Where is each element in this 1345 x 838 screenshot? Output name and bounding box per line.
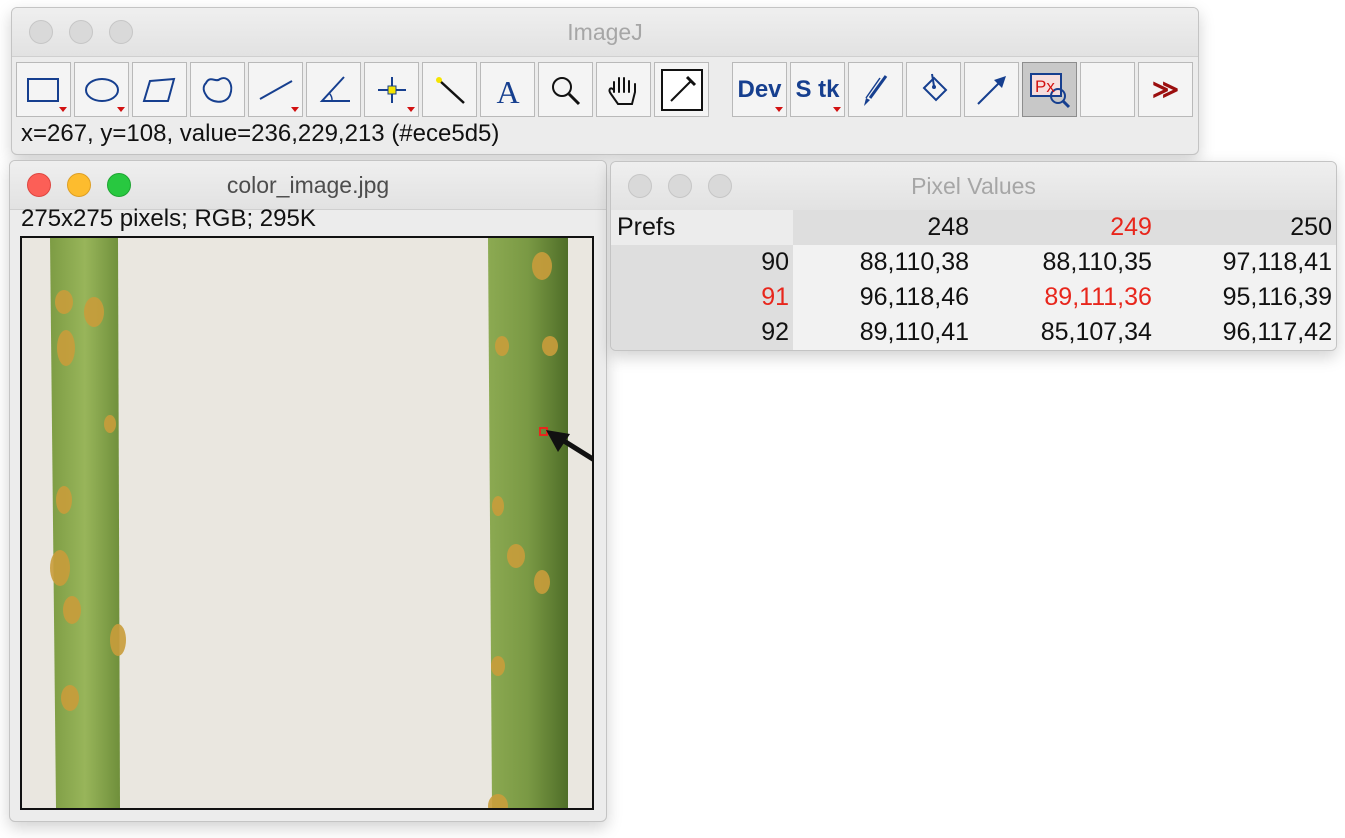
zoom-button[interactable] [107, 173, 131, 197]
polygon-tool[interactable] [132, 62, 187, 117]
pixel-value: 89,111,36 [973, 280, 1156, 315]
flood-fill-tool[interactable] [906, 62, 961, 117]
wand-tool[interactable] [422, 62, 477, 117]
row-header: 91 [611, 280, 793, 315]
zoom-button[interactable] [109, 20, 133, 44]
close-button[interactable] [628, 174, 652, 198]
dev-label: Dev [737, 75, 782, 103]
magnifier-icon [551, 76, 580, 105]
stack-label: S tk [795, 75, 840, 103]
zoom-button[interactable] [708, 174, 732, 198]
freehand-tool[interactable] [190, 62, 245, 117]
empty-tool-slot[interactable] [1080, 62, 1135, 117]
more-tools-icon: ≫ [1151, 74, 1180, 104]
pixel-values-titlebar[interactable]: Pixel Values [611, 162, 1336, 211]
paintbrush-icon [863, 74, 887, 106]
window-controls [29, 20, 133, 44]
pixel-values-window: Pixel Values Prefs 248 249 250 90 88,110… [610, 161, 1337, 351]
leaf-image [22, 238, 592, 808]
zoom-tool[interactable] [538, 62, 593, 117]
pixel-value: 85,107,34 [973, 315, 1156, 350]
table-row: 90 88,110,38 88,110,35 97,118,41 [611, 245, 1336, 280]
image-titlebar[interactable]: color_image.jpg [10, 161, 606, 210]
image-window: color_image.jpg 275x275 pixels; RGB; 295… [9, 160, 607, 822]
table-row: 92 89,110,41 85,107,34 96,117,42 [611, 315, 1336, 350]
table-row: 91 96,118,46 89,111,36 95,116,39 [611, 280, 1336, 315]
text-icon: A [496, 74, 519, 107]
close-button[interactable] [29, 20, 53, 44]
pixel-value: 88,110,35 [973, 245, 1156, 280]
status-bar: x=267, y=108, value=236,229,213 (#ece5d5… [21, 120, 500, 147]
magic-wand-icon [435, 76, 465, 104]
hand-icon [608, 76, 636, 105]
column-header: 248 [793, 210, 974, 245]
arrow-tool[interactable] [964, 62, 1019, 117]
color-picker-tool[interactable] [654, 62, 709, 117]
window-controls [27, 173, 131, 197]
pixel-value: 97,118,41 [1155, 245, 1336, 280]
row-header: 90 [611, 245, 793, 280]
pointer-arrow-icon [546, 430, 592, 462]
minimize-button[interactable] [668, 174, 692, 198]
column-header: 249 [973, 210, 1156, 245]
point-tool[interactable] [364, 62, 419, 117]
point-crosshair-icon [377, 76, 406, 103]
pixel-value: 96,117,42 [1155, 315, 1336, 350]
imagej-title: ImageJ [567, 19, 643, 45]
header-row: Prefs 248 249 250 [611, 210, 1336, 245]
pixel-value: 89,110,41 [793, 315, 974, 350]
image-info: 275x275 pixels; RGB; 295K [21, 205, 316, 232]
oval-tool[interactable] [74, 62, 129, 117]
pixel-inspector-tool[interactable]: Px [1022, 62, 1077, 117]
prefs-button[interactable]: Prefs [611, 210, 793, 245]
straight-line-icon [259, 79, 292, 100]
scroll-tool[interactable] [596, 62, 651, 117]
eyedropper-icon [660, 68, 703, 111]
freehand-selection-icon [202, 76, 232, 103]
line-tool[interactable] [248, 62, 303, 117]
window-controls [628, 174, 732, 198]
more-tools-button[interactable]: ≫ [1138, 62, 1193, 117]
paint-bucket-icon [922, 73, 947, 101]
rectangle-tool[interactable] [16, 62, 71, 117]
arrow-icon [976, 75, 1006, 105]
angle-tool[interactable] [306, 62, 361, 117]
imagej-titlebar[interactable]: ImageJ [12, 8, 1198, 57]
text-tool[interactable]: A [480, 62, 535, 117]
px-label: Px [1035, 77, 1055, 96]
brush-tool[interactable] [848, 62, 903, 117]
image-title: color_image.jpg [226, 172, 390, 198]
pixel-values-title: Pixel Values [911, 173, 1036, 199]
minimize-button[interactable] [67, 173, 91, 197]
minimize-button[interactable] [69, 20, 93, 44]
svg-text:A: A [496, 74, 519, 107]
imagej-window: ImageJ A Dev S tk Px ≫ x=267, y=108, val… [11, 7, 1199, 155]
stack-menu-button[interactable]: S tk [790, 62, 845, 117]
pixel-value: 95,116,39 [1155, 280, 1336, 315]
rectangle-selection-icon [26, 77, 59, 102]
pixel-value: 96,118,46 [793, 280, 974, 315]
dev-menu-button[interactable]: Dev [732, 62, 787, 117]
column-header: 250 [1155, 210, 1336, 245]
close-button[interactable] [27, 173, 51, 197]
image-canvas[interactable] [20, 236, 594, 810]
oval-selection-icon [84, 77, 119, 102]
row-header: 92 [611, 315, 793, 350]
polygon-selection-icon [142, 77, 175, 102]
pixel-value: 88,110,38 [793, 245, 974, 280]
pixel-values-table: Prefs 248 249 250 90 88,110,38 88,110,35… [611, 210, 1336, 350]
angle-icon [319, 75, 350, 102]
